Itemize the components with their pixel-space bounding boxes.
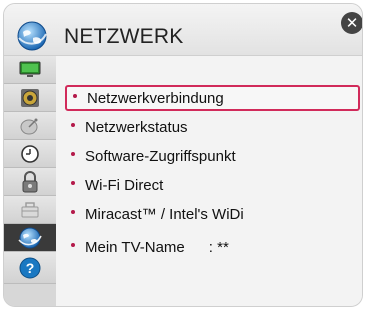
bullet-icon xyxy=(71,152,75,156)
bullet-icon xyxy=(71,123,75,127)
sidebar-item-network[interactable] xyxy=(4,224,56,252)
sidebar-item-support[interactable]: ? xyxy=(4,252,56,284)
sidebar-item-lock[interactable] xyxy=(4,168,56,196)
panel-header: NETZWERK ✕ xyxy=(4,4,362,56)
menu-item-label: Wi-Fi Direct xyxy=(85,176,164,194)
menu-item-tv-name[interactable]: Mein TV-Name : ** xyxy=(65,234,360,260)
globe-icon xyxy=(17,21,47,51)
bullet-icon xyxy=(73,94,77,98)
menu-item-software-access-point[interactable]: Software-Zugriffspunkt xyxy=(65,143,360,169)
toolbox-icon xyxy=(21,201,39,217)
menu-item-label: Netzwerkstatus xyxy=(85,118,188,136)
sidebar-item-sound[interactable] xyxy=(4,84,56,112)
speaker-icon xyxy=(21,88,39,107)
globe-icon xyxy=(18,227,42,248)
tv-name-value: : ** xyxy=(208,238,229,256)
svg-text:?: ? xyxy=(26,260,35,276)
menu-item-label: Miracast™ / Intel's WiDi xyxy=(85,205,244,223)
sidebar-filler xyxy=(4,284,56,306)
sidebar: ? xyxy=(4,56,56,306)
menu-item-label: Software-Zugriffspunkt xyxy=(85,147,236,165)
menu-item-network-connection[interactable]: Netzwerkverbindung xyxy=(65,85,360,111)
bullet-icon xyxy=(71,210,75,214)
menu-item-network-status[interactable]: Netzwerkstatus xyxy=(65,114,360,140)
sidebar-item-channels[interactable] xyxy=(4,112,56,140)
close-icon: ✕ xyxy=(345,14,359,32)
help-icon: ? xyxy=(19,257,41,278)
lock-icon xyxy=(22,170,38,192)
close-button[interactable]: ✕ xyxy=(341,12,362,34)
menu-list: Netzwerkverbindung Netzwerkstatus Softwa… xyxy=(56,56,362,306)
tv-screen-icon xyxy=(19,61,41,77)
network-settings-panel: NETZWERK ✕ ? Netzwerkverbindung Netzwerk… xyxy=(3,3,363,307)
satellite-dish-icon xyxy=(20,118,38,134)
menu-item-label: Netzwerkverbindung xyxy=(87,89,224,107)
page-title: NETZWERK xyxy=(64,25,184,48)
sidebar-item-picture[interactable] xyxy=(4,56,56,84)
sidebar-item-option[interactable] xyxy=(4,196,56,224)
bullet-icon xyxy=(71,181,75,185)
menu-item-wifi-direct[interactable]: Wi-Fi Direct xyxy=(65,172,360,198)
sidebar-item-time[interactable] xyxy=(4,140,56,168)
bullet-icon xyxy=(71,243,75,247)
menu-item-label: Mein TV-Name xyxy=(85,238,185,256)
clock-icon xyxy=(21,144,39,163)
menu-item-miracast[interactable]: Miracast™ / Intel's WiDi xyxy=(65,201,360,227)
